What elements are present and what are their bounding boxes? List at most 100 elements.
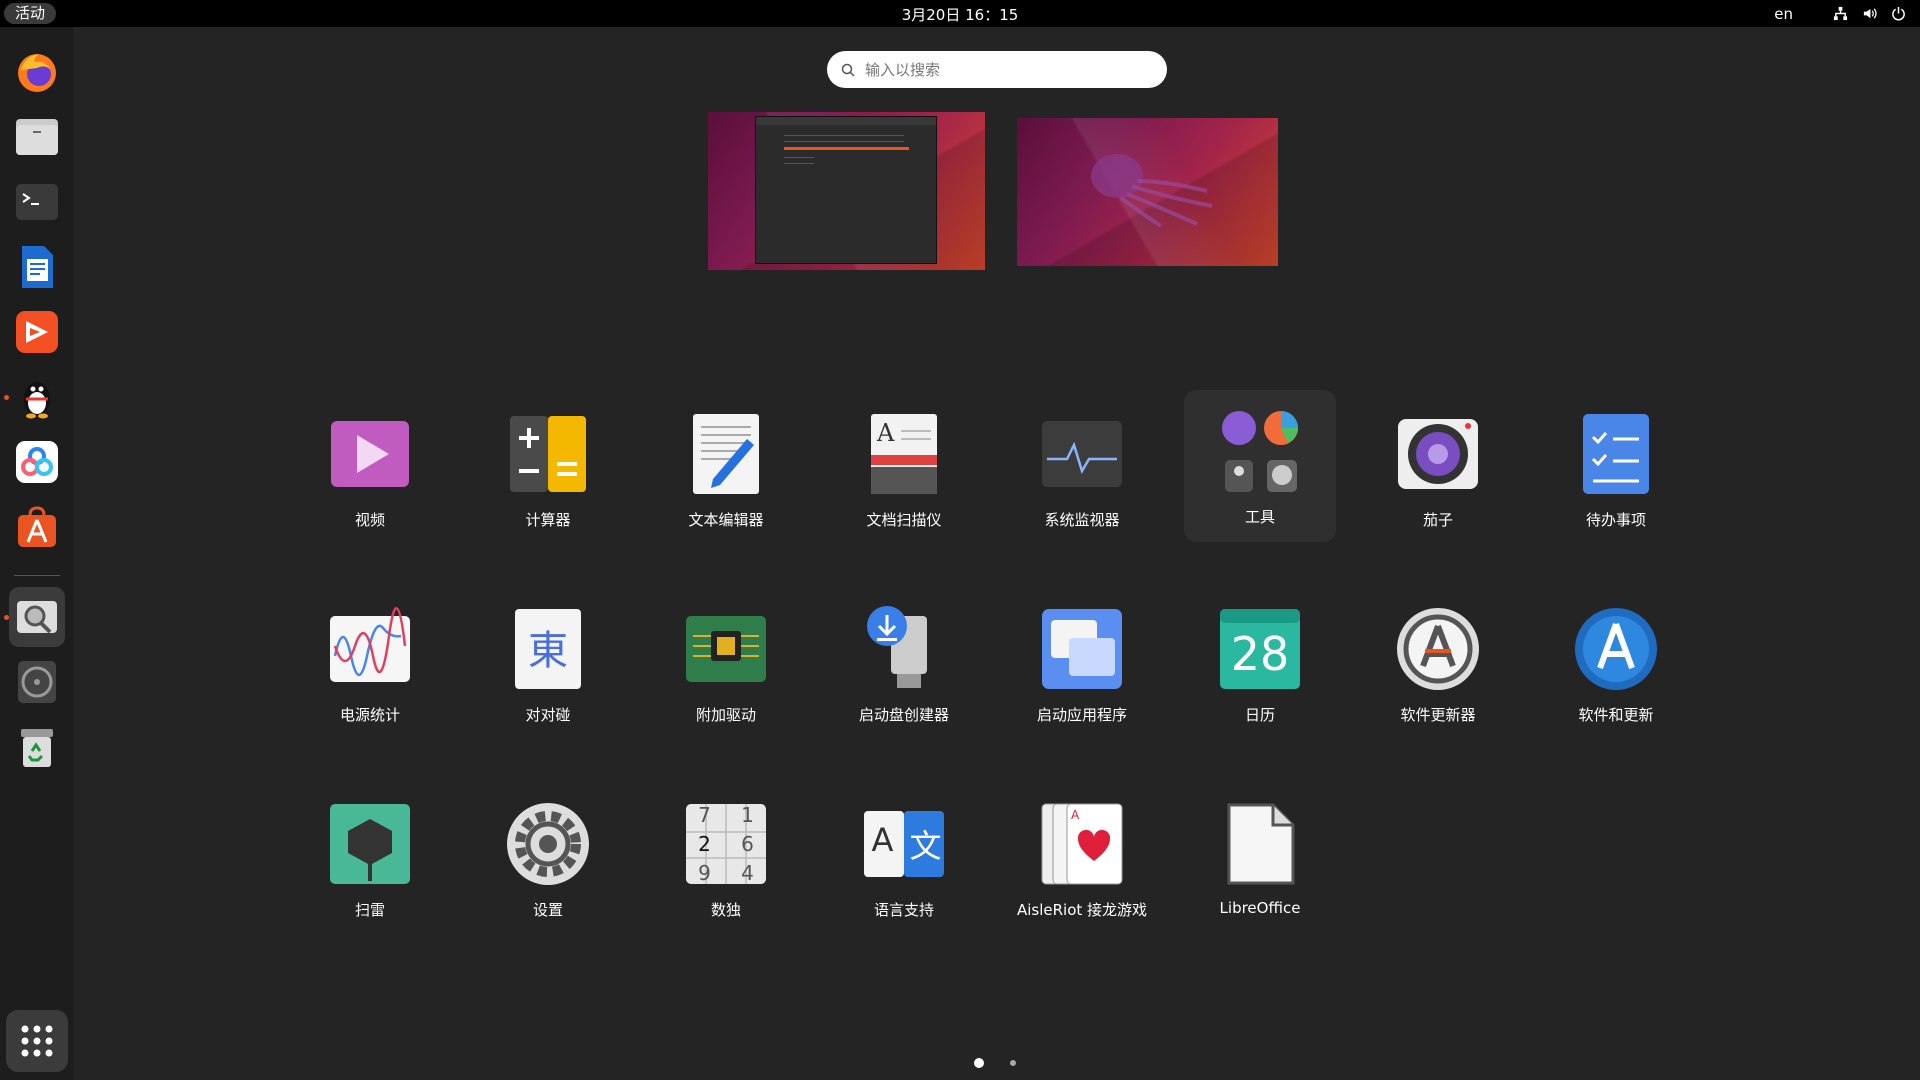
document-scanner-icon: A: [871, 414, 937, 494]
dock-firefox[interactable]: [9, 42, 65, 102]
app-system-monitor[interactable]: 系统监视器: [1006, 393, 1158, 545]
window-thumbnail[interactable]: [755, 116, 937, 264]
app-startup-disk-creator[interactable]: 启动盘创建器: [828, 588, 980, 740]
system-tray[interactable]: en: [1774, 0, 1906, 27]
app-label: 文档扫描仪: [866, 511, 942, 529]
app-startup-applications[interactable]: 启动应用程序: [1006, 588, 1158, 740]
app-mahjongg[interactable]: 東 对对碰: [472, 588, 624, 740]
app-label: 扫雷: [354, 901, 385, 919]
svg-text:東: 東: [528, 628, 568, 674]
language-glyph-latin: A: [871, 821, 894, 859]
app-software-updater[interactable]: 软件更新器: [1362, 588, 1514, 740]
dock-separator: [14, 575, 60, 576]
app-label: 启动应用程序: [1036, 706, 1127, 724]
workspace-thumbnail-2[interactable]: [1017, 118, 1278, 266]
app-power-statistics[interactable]: 电源统计: [294, 588, 446, 740]
dock-image-viewer[interactable]: [9, 587, 65, 647]
clock-label[interactable]: 3月20日 16：15: [902, 6, 1019, 24]
running-indicator: [4, 395, 9, 400]
mahjongg-icon: 東: [515, 609, 581, 689]
qq-icon: [24, 382, 50, 419]
dock-files[interactable]: [9, 107, 65, 167]
sudoku-digit: 4: [741, 860, 754, 885]
app-text-editor[interactable]: 文本编辑器: [650, 393, 802, 545]
dock-disc[interactable]: [9, 652, 65, 712]
dock-baidu-netdisk[interactable]: [9, 432, 65, 492]
app-language-support[interactable]: A 文 语言支持: [828, 783, 980, 935]
app-label: 软件和更新: [1578, 706, 1654, 724]
dock: [0, 27, 74, 1080]
app-label: 视频: [354, 511, 385, 529]
language-glyph-cjk: 文: [909, 827, 942, 865]
app-todo[interactable]: 待办事项: [1540, 393, 1692, 545]
sudoku-digit: 6: [741, 831, 754, 856]
search-icon: [841, 63, 855, 77]
app-folder-utilities[interactable]: 工具: [1184, 390, 1336, 542]
app-label: AisleRiot 接龙游戏: [1016, 901, 1148, 919]
network-icon[interactable]: [1833, 6, 1848, 21]
files-icon: [16, 119, 58, 155]
clock: 3月20日 16：15: [0, 0, 1920, 30]
baidu-netdisk-icon: [16, 441, 58, 483]
app-sudoku[interactable]: 7 1 2 6 9 4 数独: [650, 783, 802, 935]
app-label: 待办事项: [1585, 511, 1646, 529]
app-label: 对对碰: [525, 706, 571, 724]
utilities-folder-icon: [1222, 411, 1298, 492]
app-label: 启动盘创建器: [858, 706, 949, 724]
app-label: 数独: [710, 901, 741, 919]
dock-trash[interactable]: [9, 717, 65, 777]
app-aisleriot[interactable]: A AisleRiot 接龙游戏: [1006, 783, 1158, 935]
system-monitor-icon: [1042, 421, 1122, 487]
app-cheese[interactable]: 茄子: [1362, 393, 1514, 545]
app-calendar[interactable]: 28 日历: [1184, 588, 1336, 740]
search-bar[interactable]: [827, 51, 1167, 88]
svg-text:A: A: [1071, 808, 1080, 822]
app-label: LibreOffice: [1219, 899, 1301, 917]
jellyfish-icon: [1091, 154, 1213, 228]
sudoku-digit: 7: [698, 803, 711, 828]
wps-icon: [16, 311, 58, 353]
show-apps-button[interactable]: [6, 1010, 68, 1072]
startup-disk-creator-icon: [867, 606, 927, 688]
power-icon[interactable]: [1891, 6, 1906, 21]
app-libreoffice[interactable]: LibreOffice: [1184, 783, 1336, 935]
activities-button[interactable]: 活动: [4, 3, 57, 24]
cheese-icon: [1398, 419, 1478, 489]
app-settings[interactable]: 设置: [472, 783, 624, 935]
app-label: 设置: [532, 901, 563, 919]
volume-icon[interactable]: [1862, 6, 1877, 21]
app-document-scanner[interactable]: A 文档扫描仪: [828, 393, 980, 545]
videos-icon: [331, 421, 409, 487]
sudoku-digit: 2: [698, 831, 711, 856]
trash-icon: [21, 729, 53, 767]
app-store-icon: [18, 506, 56, 547]
app-label: 系统监视器: [1044, 511, 1120, 529]
dock-writer[interactable]: [9, 237, 65, 297]
input-language-indicator[interactable]: en: [1774, 5, 1793, 23]
dock-qq[interactable]: [9, 367, 65, 427]
software-properties-icon: [1575, 608, 1657, 690]
app-additional-drivers[interactable]: 附加驱动: [650, 588, 802, 740]
disc-icon: [18, 661, 56, 703]
app-label: 文本编辑器: [688, 511, 764, 529]
page-indicator-2[interactable]: [1010, 1060, 1016, 1066]
sudoku-digit: 9: [698, 860, 711, 885]
app-label: 工具: [1244, 508, 1275, 526]
dock-wps[interactable]: [9, 302, 65, 362]
app-label: 附加驱动: [695, 706, 756, 724]
app-calculator[interactable]: 计算器: [472, 393, 624, 545]
app-mines[interactable]: 扫雷: [294, 783, 446, 935]
writer-icon: [22, 246, 53, 288]
app-videos[interactable]: 视频: [294, 393, 446, 545]
page-indicator-1[interactable]: [974, 1058, 984, 1068]
dock-app-store[interactable]: [9, 497, 65, 557]
svg-text:A: A: [876, 419, 895, 447]
search-input[interactable]: [865, 60, 1145, 79]
dock-terminal[interactable]: [9, 172, 65, 232]
calculator-icon: [510, 416, 586, 492]
firefox-icon: [18, 54, 56, 92]
app-label: 茄子: [1422, 511, 1453, 529]
app-software-properties[interactable]: 软件和更新: [1540, 588, 1692, 740]
app-label: 日历: [1244, 706, 1275, 724]
workspace-thumbnail-1[interactable]: [708, 112, 985, 270]
